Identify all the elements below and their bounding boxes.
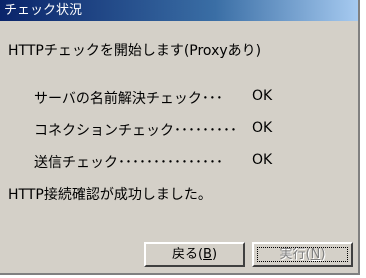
back-button-mnemonic: B: [203, 247, 212, 262]
result-message: HTTP接続確認が成功しました。: [8, 187, 212, 203]
back-button[interactable]: 戻る(B): [144, 242, 245, 267]
window-title: チェック状況: [4, 3, 83, 18]
check-status-send: OK: [252, 152, 273, 168]
back-button-label: 戻る(: [171, 247, 204, 262]
start-message: HTTPチェックを開始します(Proxyあり): [8, 43, 262, 59]
run-button-focus-rect: [257, 247, 348, 262]
dialog-window: チェック状況 HTTPチェックを開始します(Proxyあり) サーバの名前解決チ…: [0, 0, 360, 275]
check-label-dns: サーバの名前解決チェック･･･: [34, 91, 223, 107]
run-button[interactable]: 実行(N): [252, 242, 353, 267]
check-status-connection: OK: [252, 120, 273, 136]
check-label-connection: コネクションチェック･････････: [34, 123, 237, 139]
back-button-suffix: ): [211, 247, 218, 262]
check-label-send: 送信チェック･･･････････････: [34, 155, 223, 171]
title-bar: チェック状況: [0, 0, 358, 21]
check-status-dns: OK: [252, 88, 273, 104]
